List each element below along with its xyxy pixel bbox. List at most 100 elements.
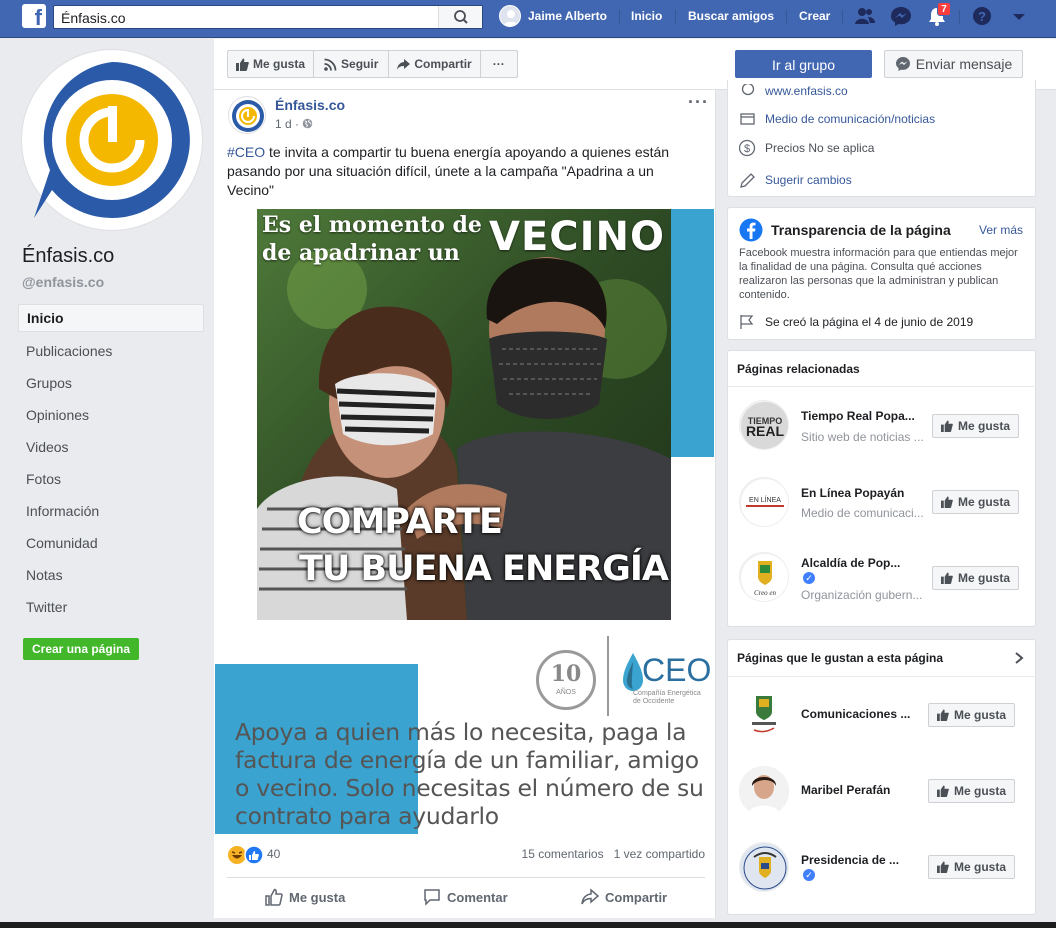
liked-pages-title: Páginas que le gustan a esta página — [737, 651, 944, 665]
about-price-text: Precios No se aplica — [765, 141, 875, 155]
post-author-name[interactable]: Énfasis.co — [275, 97, 345, 113]
reaction-icons[interactable] — [227, 845, 265, 865]
like-label: Me gusta — [954, 708, 1007, 722]
liked-page-avatar[interactable] — [739, 842, 789, 892]
sidebar-item-photos[interactable]: Fotos — [18, 465, 204, 493]
related-page-category: Sitio web de noticias ... — [801, 430, 924, 444]
send-message-label: Enviar mensaje — [915, 56, 1013, 72]
nav-create-link[interactable]: Crear — [799, 0, 830, 32]
related-page-name[interactable]: En Línea Popayán — [801, 486, 929, 500]
reaction-count[interactable]: 40 — [267, 847, 280, 861]
like-label: Me gusta — [958, 419, 1011, 433]
related-page-like-button[interactable]: Me gusta — [932, 566, 1020, 590]
globe-icon — [741, 84, 755, 96]
liked-page-like-button[interactable]: Me gusta — [928, 703, 1016, 727]
related-page-category: Organización gubern... — [801, 588, 923, 602]
search-button[interactable] — [438, 6, 482, 28]
transparency-title: Transparencia de la página — [771, 222, 951, 238]
follow-page-button[interactable]: Seguir — [314, 51, 390, 77]
post-comment-button[interactable]: Comentar — [423, 885, 508, 909]
transparency-description: Facebook muestra información para que en… — [739, 247, 1018, 301]
hashtag-link[interactable]: #CEO — [227, 144, 265, 160]
more-options-button[interactable]: ··· — [481, 51, 517, 77]
liked-page-name[interactable]: Presidencia de ... — [801, 853, 913, 867]
about-website-link[interactable]: www.enfasis.co — [765, 84, 848, 98]
post-actions-divider — [227, 877, 705, 878]
related-page-like-button[interactable]: Me gusta — [932, 414, 1020, 438]
liked-page-avatar[interactable] — [739, 766, 789, 816]
page-handle[interactable]: @enfasis.co — [22, 274, 104, 290]
verified-badge-icon: ✓ — [803, 869, 815, 881]
sidebar-item-videos[interactable]: Videos — [18, 433, 204, 461]
create-page-button[interactable]: Crear una página — [23, 638, 140, 660]
shares-count-link[interactable]: 1 vez compartido — [614, 847, 705, 861]
related-page-avatar[interactable]: Creo en — [739, 552, 789, 602]
messenger-icon[interactable] — [890, 6, 912, 26]
related-page-name[interactable]: Alcaldía de Pop... — [801, 556, 916, 570]
flag-icon — [740, 315, 754, 329]
user-avatar[interactable] — [499, 5, 521, 27]
about-price-row: $ Precios No se aplica — [739, 139, 874, 157]
related-page-avatar[interactable]: TIEMPO REAL — [739, 400, 789, 450]
image-blue-block — [667, 209, 714, 457]
liked-page-avatar[interactable] — [739, 690, 789, 740]
search-input[interactable] — [61, 9, 441, 27]
chevron-right-icon[interactable] — [1013, 651, 1025, 665]
nav-home-link[interactable]: Inicio — [631, 0, 662, 32]
sidebar-item-groups[interactable]: Grupos — [18, 369, 204, 397]
ten-years-seal: 10 AÑOS — [536, 650, 596, 710]
liked-page-name[interactable]: Comunicaciones ... — [801, 707, 923, 721]
post-author-avatar[interactable] — [228, 96, 266, 134]
sidebar-item-reviews[interactable]: Opiniones — [18, 401, 204, 429]
liked-page-like-button[interactable]: Me gusta — [928, 779, 1016, 803]
image-heading-big: VECINO — [489, 214, 665, 260]
thumbs-up-icon — [937, 709, 949, 721]
thumbs-up-icon — [937, 861, 949, 873]
post-comment-label: Comentar — [447, 889, 508, 905]
svg-text:$: $ — [744, 143, 750, 155]
caret-down-icon[interactable] — [1008, 6, 1030, 26]
comments-count-link[interactable]: 15 comentarios — [522, 847, 604, 861]
nav-find-friends-link[interactable]: Buscar amigos — [688, 0, 774, 32]
friends-icon[interactable] — [854, 6, 876, 26]
liked-page-like-button[interactable]: Me gusta — [928, 855, 1016, 879]
svg-text:Creo en: Creo en — [754, 589, 777, 597]
image-slogan-line2: TU BUENA ENERGÍA — [299, 549, 669, 589]
sidebar-item-posts[interactable]: Publicaciones — [18, 337, 204, 365]
sidebar-item-info[interactable]: Información — [18, 497, 204, 525]
image-caption: Apoya a quien más lo necesita, paga la f… — [235, 718, 704, 830]
suggest-changes-link[interactable]: Sugerir cambios — [765, 173, 852, 187]
facebook-logo-icon[interactable]: f — [22, 4, 46, 28]
related-page-like-button[interactable]: Me gusta — [932, 490, 1020, 514]
help-icon[interactable]: ? — [971, 6, 993, 26]
about-category-link[interactable]: Medio de comunicación/noticias — [765, 112, 935, 126]
share-page-button[interactable]: Compartir — [389, 51, 481, 77]
see-more-link[interactable]: Ver más — [979, 223, 1023, 237]
post-text: #CEO te invita a compartir tu buena ener… — [227, 143, 682, 200]
category-icon — [740, 113, 755, 125]
liked-page-name[interactable]: Maribel Perafán — [801, 783, 923, 797]
related-page-avatar[interactable]: EN LÍNEA — [739, 477, 789, 527]
send-message-button[interactable]: Enviar mensaje — [884, 50, 1023, 78]
sidebar-item-home[interactable]: Inicio — [18, 304, 204, 332]
enfasis-logo-icon — [32, 60, 192, 220]
comment-icon — [424, 889, 440, 906]
campaign-photo[interactable]: Es el momento de de apadrinar un VECINO … — [257, 209, 671, 620]
like-page-button[interactable]: Me gusta — [228, 51, 315, 77]
image-slogan-line1: COMPARTE — [297, 502, 503, 542]
user-profile-link[interactable]: Jaime Alberto — [528, 0, 607, 32]
post-share-button[interactable]: Compartir — [581, 885, 667, 909]
post-options-button[interactable]: ··· — [688, 92, 709, 113]
post-like-button[interactable]: Me gusta — [265, 885, 345, 909]
page-profile-picture[interactable] — [22, 50, 202, 230]
sidebar-item-twitter[interactable]: Twitter — [18, 593, 204, 621]
nav-separator — [842, 10, 843, 24]
post-timestamp[interactable]: 1 d · — [275, 117, 313, 131]
sidebar-item-notes[interactable]: Notas — [18, 561, 204, 589]
go-to-group-button[interactable]: Ir al grupo — [735, 50, 872, 78]
sidebar-item-community[interactable]: Comunidad — [18, 529, 204, 557]
nav-separator — [959, 10, 960, 24]
related-page-name[interactable]: Tiempo Real Popa... — [801, 409, 929, 423]
rss-icon — [324, 58, 337, 71]
like-label: Me gusta — [954, 860, 1007, 874]
